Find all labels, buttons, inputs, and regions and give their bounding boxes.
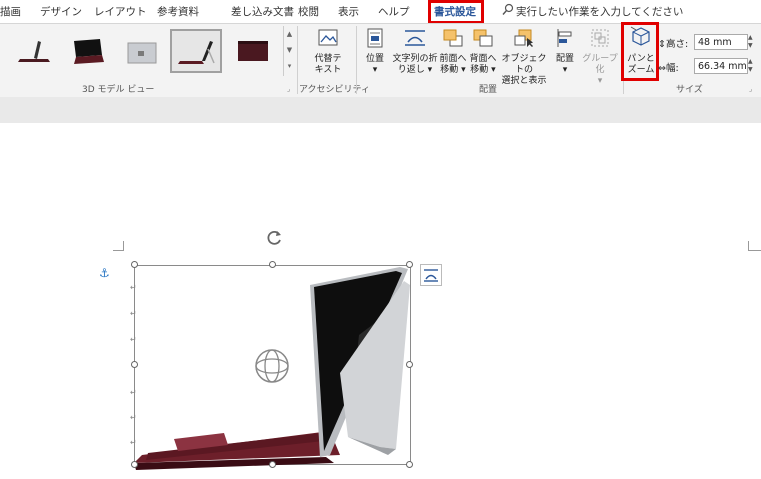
paragraph-mark: ↵ xyxy=(130,309,137,318)
selection-pane-button[interactable]: オブジェクトの 選択と表示 xyxy=(498,28,550,87)
rotate-icon[interactable] xyxy=(264,228,284,251)
alt-text-icon xyxy=(307,28,349,52)
paragraph-mark: ↵ xyxy=(130,413,137,422)
resize-handle-bottom-right[interactable] xyxy=(406,461,413,468)
3d-view-thumb-2[interactable] xyxy=(62,29,114,73)
height-spinner[interactable]: ▲ ▼ xyxy=(748,34,757,50)
tab-help[interactable]: ヘルプ xyxy=(378,4,410,19)
gallery-down-icon[interactable]: ▼ xyxy=(284,42,295,58)
resize-handle-right[interactable] xyxy=(406,361,413,368)
tab-review[interactable]: 校閲 xyxy=(298,4,319,19)
tab-mailings[interactable]: 差し込み文書 xyxy=(231,4,294,19)
alt-text-button[interactable]: 代替テ キスト xyxy=(307,28,349,76)
resize-handle-left[interactable] xyxy=(131,361,138,368)
tell-me-input[interactable]: 実行したい作業を入力してください xyxy=(516,4,683,19)
group-label-3d-views: 3D モデル ビュー xyxy=(82,85,155,95)
resize-handle-bottom[interactable] xyxy=(269,461,276,468)
position-label: 位置 xyxy=(365,54,384,64)
height-icon: ⇕ xyxy=(658,39,666,50)
selection-pane-label: オブジェクトの 選択と表示 xyxy=(501,54,547,86)
wrap-text-label: 文字列の折 り返し ▾ xyxy=(392,54,438,75)
group-button[interactable]: グループ化 ▾ xyxy=(580,28,620,87)
wrap-text-icon xyxy=(392,28,438,52)
position-icon xyxy=(360,28,390,52)
paragraph-mark: ↵ xyxy=(130,388,137,397)
send-backward-label: 背面へ 移動 ▾ xyxy=(469,54,497,75)
gallery-scroll[interactable]: ▲ ▼ ▾ xyxy=(283,26,295,76)
width-input[interactable]: 66.34 mm xyxy=(694,58,748,74)
bring-forward-icon xyxy=(438,28,468,52)
margin-mark xyxy=(113,250,124,251)
height-label: ⇕高さ: xyxy=(658,39,689,50)
send-backward-button[interactable]: 背面へ 移動 ▾ xyxy=(468,28,498,76)
align-button[interactable]: 配置 ▾ xyxy=(551,28,579,76)
paragraph-mark: ↵ xyxy=(130,335,137,344)
format-tab-highlight xyxy=(428,0,484,24)
3d-view-thumb-5[interactable] xyxy=(228,29,280,73)
selection-pane-icon xyxy=(498,28,550,52)
paragraph-mark: ↵ xyxy=(130,283,137,292)
tab-layout[interactable]: レイアウト xyxy=(94,4,147,19)
group-dropdown-icon: ▾ xyxy=(597,76,603,86)
width-label: ⇔幅: xyxy=(658,63,679,74)
tab-draw[interactable]: 描画 xyxy=(0,4,21,19)
gallery-more-icon[interactable]: ▾ xyxy=(284,58,295,74)
gallery-up-icon[interactable]: ▲ xyxy=(284,26,295,42)
group-label: グループ化 xyxy=(582,54,618,75)
tab-references[interactable]: 参考資料 xyxy=(157,4,199,19)
3d-view-thumb-4-selected[interactable] xyxy=(170,29,222,73)
resize-handle-top-left[interactable] xyxy=(131,261,138,268)
3d-rotate-icon[interactable] xyxy=(253,347,291,388)
group-label-accessibility: アクセシビリティ xyxy=(299,85,371,95)
wrap-text-button[interactable]: 文字列の折 り返し ▾ xyxy=(392,28,438,76)
paragraph-mark: ↵ xyxy=(130,438,137,447)
resize-handle-top-right[interactable] xyxy=(406,261,413,268)
alt-text-label: 代替テ キスト xyxy=(314,54,342,75)
position-dropdown-icon: ▾ xyxy=(372,65,378,75)
send-backward-icon xyxy=(468,28,498,52)
pan-zoom-highlight xyxy=(621,22,659,81)
group-label-size: サイズ xyxy=(676,85,703,95)
align-dropdown-icon: ▾ xyxy=(562,65,568,75)
align-label: 配置 xyxy=(555,54,574,64)
align-icon xyxy=(551,28,579,52)
anchor-icon: ⚓ xyxy=(99,266,110,280)
group-icon xyxy=(580,28,620,52)
resize-handle-bottom-left[interactable] xyxy=(131,461,138,468)
position-button[interactable]: 位置 ▾ xyxy=(360,28,390,76)
3d-model-views-gallery: ▲ ▼ ▾ xyxy=(0,24,292,82)
ribbon-tab-bar: 描画 デザイン レイアウト 参考資料 差し込み文書 校閲 表示 ヘルプ 書式設定… xyxy=(0,0,761,24)
bring-forward-label: 前面へ 移動 ▾ xyxy=(439,54,467,75)
group-label-arrange: 配置 xyxy=(479,85,498,95)
resize-handle-top[interactable] xyxy=(269,261,276,268)
height-input[interactable]: 48 mm xyxy=(694,34,748,50)
bring-forward-button[interactable]: 前面へ 移動 ▾ xyxy=(438,28,468,76)
separator xyxy=(297,26,298,94)
dialog-launcher-3d-icon[interactable]: ⌟ xyxy=(287,85,290,93)
tab-view[interactable]: 表示 xyxy=(338,4,359,19)
3d-view-thumb-1[interactable] xyxy=(8,29,60,73)
width-spinner[interactable]: ▲ ▼ xyxy=(748,58,757,74)
layout-options-icon[interactable] xyxy=(420,264,442,286)
separator xyxy=(356,26,357,94)
tab-design[interactable]: デザイン xyxy=(40,4,82,19)
margin-mark xyxy=(748,250,761,251)
dialog-launcher-size-icon[interactable]: ⌟ xyxy=(749,85,752,93)
width-icon: ⇔ xyxy=(658,63,666,74)
search-icon xyxy=(502,3,514,19)
3d-view-thumb-3[interactable] xyxy=(116,29,168,73)
ribbon: ▲ ▼ ▾ 3D モデル ビュー ⌟ 代替テ キスト アクセシビリティ 位置 ▾… xyxy=(0,22,761,98)
